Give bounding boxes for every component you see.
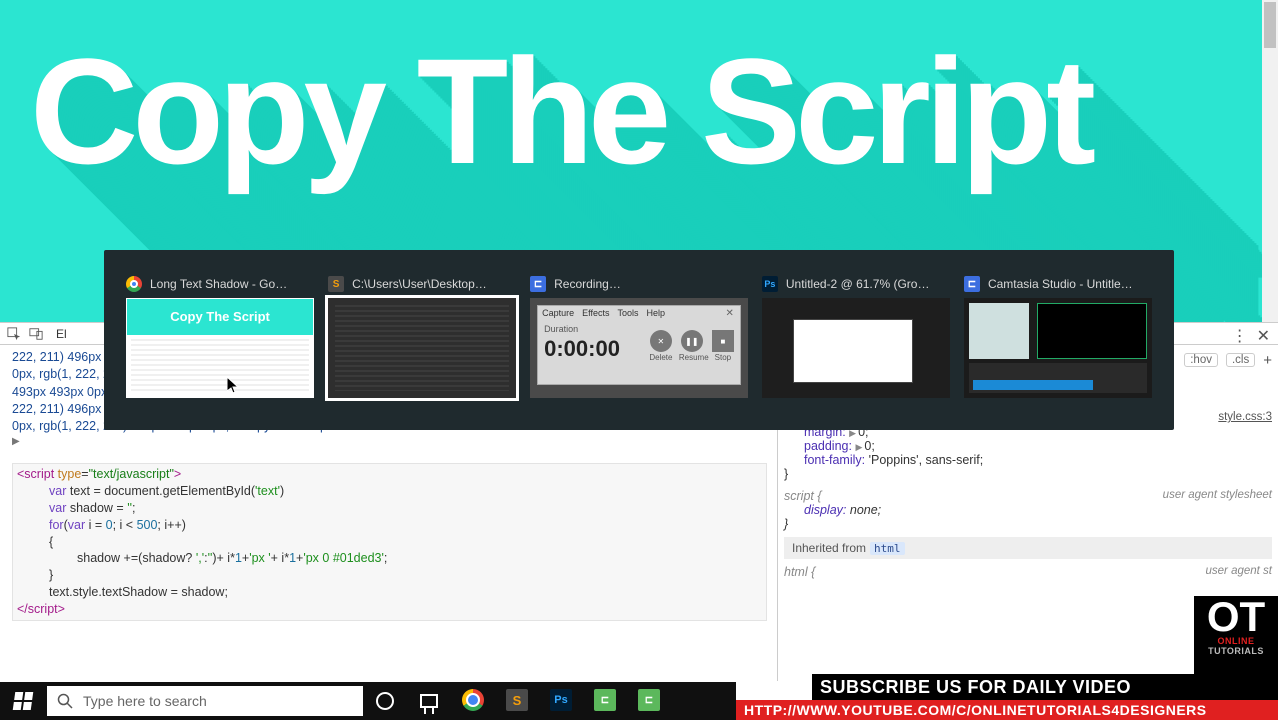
chrome-icon <box>462 689 484 711</box>
device-icon[interactable] <box>28 326 44 342</box>
thumb-caption: Copy The Script <box>127 299 313 335</box>
user-agent-label: user agent stylesheet <box>1163 489 1272 501</box>
css-prop[interactable]: font-family: 'Poppins', sans-serif; <box>804 453 983 467</box>
css-prop[interactable]: display: none; <box>804 503 881 517</box>
youtube-link-bar: HTTP://WWW.YOUTUBE.COM/C/ONLINETUTORIALS… <box>736 700 1278 720</box>
camtasia-rec-icon: ⊏ <box>638 689 660 711</box>
alttab-title: Recording… <box>554 277 621 291</box>
rec-menu-item: Help <box>647 308 666 318</box>
alttab-app-sublime[interactable]: S C:\Users\User\Desktop… <box>328 274 516 398</box>
alttab-title: C:\Users\User\Desktop… <box>352 277 487 291</box>
ot-line2: TUTORIALS <box>1194 646 1278 656</box>
inherited-from-bar: Inherited from html <box>784 537 1272 559</box>
mouse-cursor-icon <box>227 377 239 395</box>
selector: script { <box>784 489 822 503</box>
rec-menu-item: Tools <box>618 308 639 318</box>
selector: html { <box>784 565 815 579</box>
scroll-thumb[interactable] <box>1264 2 1276 48</box>
taskbar-camtasia[interactable]: ⊏ <box>583 682 627 720</box>
chrome-icon <box>126 276 142 292</box>
alttab-thumb[interactable] <box>328 298 516 398</box>
alttab-title: Long Text Shadow - Go… <box>150 277 287 291</box>
cortana-button[interactable] <box>363 682 407 720</box>
devtools-window-controls: ⋮ ✕ <box>1232 326 1270 346</box>
alttab-app-camtasia[interactable]: ⊏ Camtasia Studio - Untitle… <box>964 274 1152 398</box>
rec-resume-button: ❚❚Resume <box>679 330 705 362</box>
alttab-app-photoshop[interactable]: Ps Untitled-2 @ 61.7% (Gro… <box>762 274 950 398</box>
rec-delete-button: ✕Delete <box>648 330 674 362</box>
ot-logo: OT ONLINE TUTORIALS <box>1194 596 1278 682</box>
taskview-button[interactable] <box>407 682 451 720</box>
camtasia-icon: ⊏ <box>594 689 616 711</box>
taskbar-sublime[interactable]: S <box>495 682 539 720</box>
sublime-icon: S <box>328 276 344 292</box>
css-prop[interactable]: padding: ▶0; <box>804 439 875 453</box>
alttab-app-chrome[interactable]: Long Text Shadow - Go… Copy The Script <box>126 274 314 398</box>
taskbar-camtasia-rec[interactable]: ⊏ <box>627 682 671 720</box>
subscribe-bar: SUBSCRIBE US FOR DAILY VIDEO <box>812 674 1278 700</box>
rec-menu-item: Capture <box>542 308 574 318</box>
taskview-icon <box>420 694 438 708</box>
style-source-link[interactable]: style.css:3 <box>1218 411 1272 423</box>
html-chip[interactable]: html <box>870 542 905 555</box>
photoshop-icon: Ps <box>762 276 778 292</box>
expand-arrow-icon[interactable]: ▶ <box>12 435 767 449</box>
camtasia-rec-icon: ⊏ <box>530 276 546 292</box>
alttab-thumb[interactable]: Capture Effects Tools Help ✕ Duration 0:… <box>530 298 748 398</box>
taskbar-photoshop[interactable]: Ps <box>539 682 583 720</box>
alttab-thumb[interactable] <box>964 298 1152 398</box>
alttab-thumb[interactable] <box>762 298 950 398</box>
hero-text: Copy The Script <box>30 36 1090 186</box>
rec-duration-label: Duration <box>544 324 578 334</box>
alttab-title: Untitled-2 @ 61.7% (Gro… <box>786 277 930 291</box>
hov-chip[interactable]: :hov <box>1184 353 1218 367</box>
alt-tab-overlay: Long Text Shadow - Go… Copy The Script S… <box>104 250 1174 430</box>
cls-chip[interactable]: .cls <box>1226 353 1255 367</box>
search-placeholder: Type here to search <box>83 693 207 709</box>
rec-stop-button: ■Stop <box>710 330 736 362</box>
start-button[interactable] <box>0 682 46 720</box>
kebab-icon[interactable]: ⋮ <box>1232 326 1249 346</box>
cortana-icon <box>376 692 394 710</box>
new-rule-icon[interactable]: + <box>1263 352 1272 369</box>
taskbar-chrome[interactable] <box>451 682 495 720</box>
ot-big: OT <box>1194 596 1278 636</box>
rec-close-icon: ✕ <box>725 308 733 319</box>
alttab-thumb[interactable]: Copy The Script <box>126 298 314 398</box>
photoshop-icon: Ps <box>550 689 572 711</box>
rec-time: 0:00:00 <box>544 336 620 362</box>
search-icon <box>57 693 73 709</box>
sublime-icon: S <box>506 689 528 711</box>
user-agent-label: user agent st <box>1206 565 1272 577</box>
taskbar: Type here to search S Ps ⊏ ⊏ <box>0 682 736 720</box>
alttab-title: Camtasia Studio - Untitle… <box>988 277 1133 291</box>
windows-logo-icon <box>13 692 34 710</box>
inspect-icon[interactable] <box>6 326 22 342</box>
elements-tab[interactable]: El <box>50 327 73 341</box>
camtasia-icon: ⊏ <box>964 276 980 292</box>
rec-menu-item: Effects <box>582 308 609 318</box>
taskbar-search[interactable]: Type here to search <box>47 686 363 716</box>
close-icon[interactable]: ✕ <box>1257 326 1270 346</box>
code-block[interactable]: <script type="text/javascript"> var text… <box>12 463 767 621</box>
alttab-app-recorder[interactable]: ⊏ Recording… Capture Effects Tools Help ✕… <box>530 274 748 398</box>
